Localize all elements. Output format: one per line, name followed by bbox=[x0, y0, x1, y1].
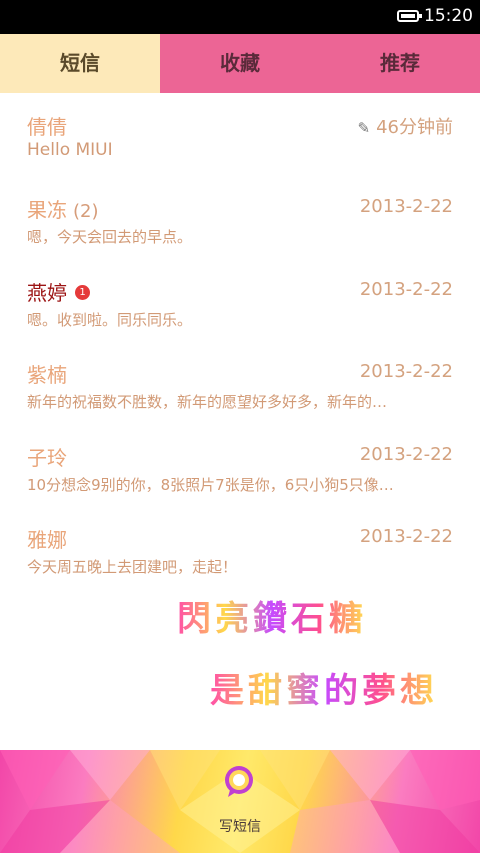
battery-icon bbox=[397, 10, 422, 22]
status-time: 15:20 bbox=[424, 6, 473, 26]
tab-recommended[interactable]: 推荐 bbox=[320, 34, 480, 93]
status-bar: 15:20 bbox=[0, 0, 480, 34]
contact-name: 雅娜 bbox=[27, 528, 67, 552]
compose-message-icon bbox=[225, 766, 253, 797]
conversation-item[interactable]: 燕婷 1 2013-2-22 嗯。收到啦。同乐同乐。 bbox=[0, 259, 480, 341]
compose-button[interactable]: 写短信 bbox=[200, 756, 280, 846]
message-time: ✎ 46分钟前 bbox=[357, 117, 453, 138]
decorative-text-line-1: 閃亮鑽石糖 bbox=[177, 591, 367, 640]
message-count: (2) bbox=[73, 201, 99, 222]
contact-name: 燕婷 1 bbox=[27, 277, 90, 306]
message-preview: 今天周五晚上去团建吧，走起！ bbox=[27, 558, 238, 576]
message-date: 2013-2-22 bbox=[359, 279, 453, 300]
conversation-item[interactable]: 紫楠 2013-2-22 新年的祝福数不胜数，新年的愿望好多好多，新年的… bbox=[0, 341, 480, 423]
contact-name: 紫楠 bbox=[27, 363, 67, 387]
conversation-item[interactable]: 果冻 (2) 2013-2-22 嗯，今天会回去的早点。 bbox=[0, 176, 480, 258]
conversation-item[interactable]: 倩倩 ✎ 46分钟前 Hello MIUI bbox=[0, 93, 480, 175]
compose-label: 写短信 bbox=[219, 819, 261, 835]
draft-pencil-icon: ✎ bbox=[357, 119, 371, 137]
conversation-item[interactable]: 子玲 2013-2-22 10分想念9别的你，8张照片7张是你，6只小狗5只像… bbox=[0, 424, 480, 506]
message-date: 2013-2-22 bbox=[359, 444, 453, 465]
conversation-item[interactable]: 雅娜 2013-2-22 今天周五晚上去团建吧，走起！ bbox=[0, 506, 480, 588]
message-preview: 嗯，今天会回去的早点。 bbox=[27, 228, 193, 246]
message-preview: 10分想念9别的你，8张照片7张是你，6只小狗5只像… bbox=[27, 476, 394, 494]
unread-badge: 1 bbox=[75, 285, 90, 300]
contact-name: 倩倩 bbox=[27, 115, 67, 139]
tab-sms[interactable]: 短信 bbox=[0, 34, 160, 93]
tab-bar: 短信 收藏 推荐 bbox=[0, 34, 480, 93]
tab-favorites[interactable]: 收藏 bbox=[160, 34, 320, 93]
decorative-text-line-2: 是甜蜜的夢想 bbox=[210, 663, 438, 712]
contact-name: 子玲 bbox=[27, 446, 67, 470]
bottom-bar: 写短信 bbox=[0, 750, 480, 853]
message-preview: 嗯。收到啦。同乐同乐。 bbox=[27, 311, 193, 329]
contact-name: 果冻 (2) bbox=[27, 198, 99, 222]
message-date: 2013-2-22 bbox=[359, 526, 453, 547]
message-preview: Hello MIUI bbox=[27, 140, 113, 160]
message-preview: 新年的祝福数不胜数，新年的愿望好多好多，新年的… bbox=[27, 393, 388, 411]
message-date: 2013-2-22 bbox=[359, 196, 453, 217]
message-date: 2013-2-22 bbox=[359, 361, 453, 382]
